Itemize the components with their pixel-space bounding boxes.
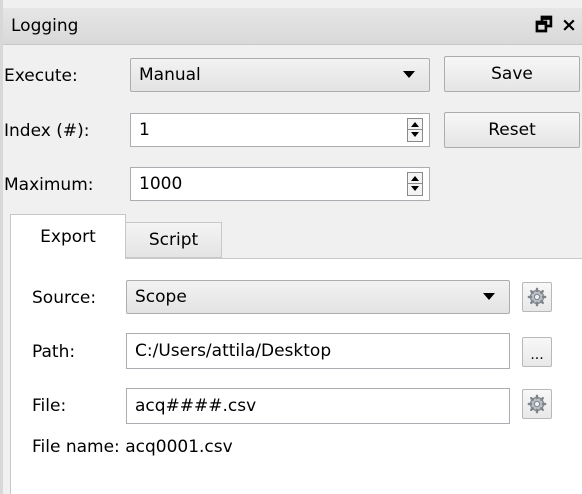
panel-titlebar[interactable]: Logging 🗗 × [3,8,582,45]
tab-export[interactable]: Export [10,214,126,259]
index-label: Index (#): [4,121,90,141]
stepper-up-icon [411,176,419,181]
gear-icon [527,394,547,414]
index-spinbox[interactable]: 1 [130,113,430,147]
tab-script[interactable]: Script [126,222,222,258]
chevron-down-icon [483,293,495,300]
stepper-divider [408,183,422,184]
source-select[interactable]: Scope [126,280,510,314]
stepper-down-icon [411,132,419,137]
file-settings-button[interactable] [522,389,552,419]
file-name-readout: File name: acq0001.csv [32,437,233,457]
gear-icon [527,287,547,307]
save-button[interactable]: Save [444,56,580,92]
maximum-stepper-arrows[interactable] [407,172,423,196]
file-input[interactable]: acq####.csv [126,388,510,424]
panel-title: Logging [11,16,79,36]
path-input[interactable]: C:/Users/attila/Desktop [126,333,510,369]
execute-value: Manual [139,65,201,85]
maximum-spinbox[interactable]: 1000 [130,167,430,201]
chevron-down-icon [403,71,415,78]
path-value: C:/Users/attila/Desktop [135,341,332,361]
float-panel-icon[interactable]: 🗗 [535,14,553,36]
stepper-up-icon [411,122,419,127]
maximum-label: Maximum: [4,175,94,195]
source-label: Source: [32,288,97,308]
maximum-value: 1000 [139,174,183,194]
stepper-down-icon [411,186,419,191]
browse-path-button[interactable]: ... [522,337,552,367]
execute-label: Execute: [4,66,78,86]
close-panel-icon[interactable]: × [561,14,577,36]
logging-panel: Logging 🗗 × Execute: Manual Save Index (… [0,0,582,494]
reset-button[interactable]: Reset [444,112,580,148]
source-settings-button[interactable] [522,282,552,312]
source-value: Scope [135,287,187,307]
execute-select[interactable]: Manual [130,58,430,92]
panel-left-edge [0,0,3,494]
stepper-divider [408,129,422,130]
file-value: acq####.csv [135,396,257,416]
index-value: 1 [139,120,150,140]
index-stepper-arrows[interactable] [407,118,423,142]
file-label: File: [32,396,67,416]
path-label: Path: [32,342,76,362]
ellipsis-icon: ... [530,347,544,363]
